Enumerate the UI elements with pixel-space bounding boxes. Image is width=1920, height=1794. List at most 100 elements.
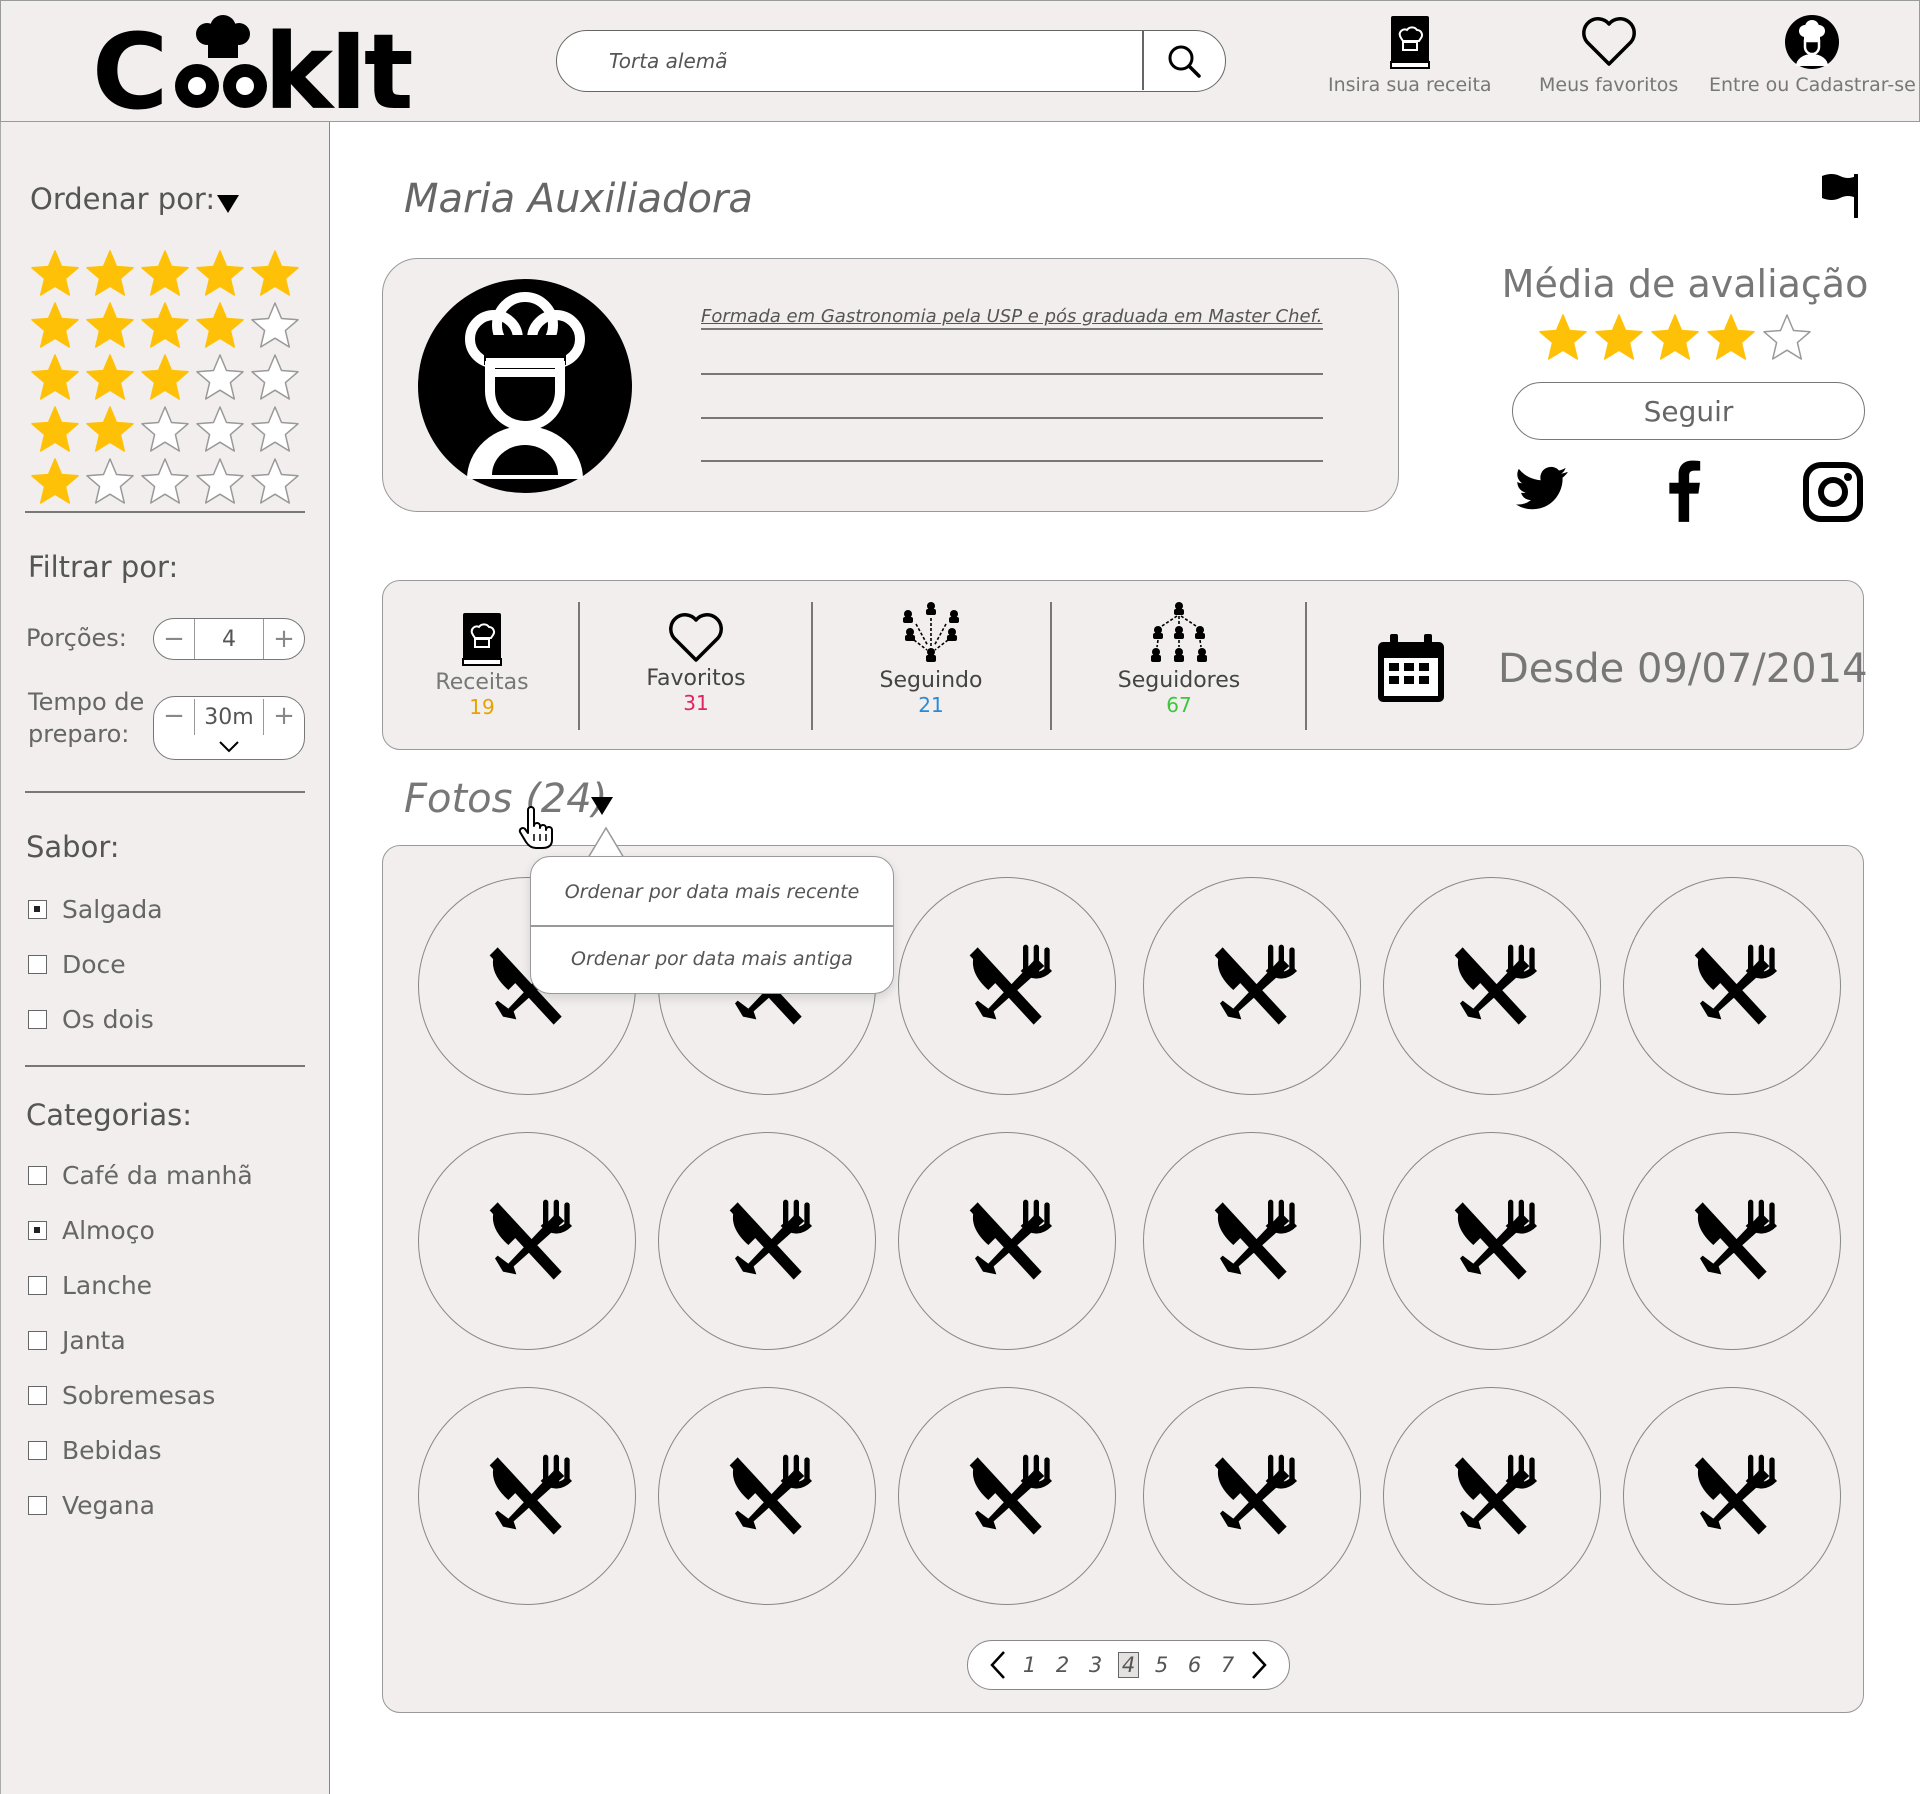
follow-button[interactable]: Seguir: [1512, 382, 1865, 440]
photo-thumbnail[interactable]: [898, 1132, 1116, 1350]
insert-recipe-link[interactable]: Insira sua receita: [1328, 14, 1492, 96]
previous-page-button[interactable]: [983, 1648, 1013, 1682]
star-filter-row-4[interactable]: [28, 300, 302, 352]
portions-stepper: − 4 +: [153, 618, 305, 660]
knife-fork-icon: [729, 1454, 813, 1535]
category-checkbox[interactable]: [28, 1441, 47, 1460]
knife-fork-icon: [1214, 944, 1298, 1025]
sort-menu-pointer: [587, 826, 625, 859]
page-6-button[interactable]: 6: [1178, 1653, 1211, 1677]
photo-thumbnail[interactable]: [658, 1132, 876, 1350]
stats-divider: [1050, 602, 1052, 730]
profile-bio: Formada em Gastronomia pela USP e pós gr…: [701, 306, 1323, 327]
page-number: 7: [1220, 1653, 1235, 1677]
sort-oldest-option[interactable]: Ordenar por data mais antiga: [531, 927, 893, 991]
knife-fork-icon: [489, 1199, 573, 1280]
stat-favorites[interactable]: Favoritos 31: [640, 610, 752, 715]
cookit-logo[interactable]: C kIt: [92, 6, 452, 116]
flavor-option[interactable]: Os dois: [28, 1005, 154, 1034]
sort-dropdown-caret-icon[interactable]: [216, 194, 240, 214]
page-3-button[interactable]: 3: [1079, 1653, 1112, 1677]
star-filter-row-1[interactable]: [28, 456, 302, 508]
stat-favorites-label: Favoritos: [646, 666, 746, 691]
photos-sort-caret-icon[interactable]: [590, 796, 614, 816]
prep-time-chevron-down-icon[interactable]: [218, 740, 240, 754]
photo-thumbnail[interactable]: [1143, 1387, 1361, 1605]
heart-icon: [669, 613, 723, 662]
photo-thumbnail[interactable]: [898, 1387, 1116, 1605]
svg-text:C: C: [92, 11, 164, 116]
page-1-button[interactable]: 1: [1013, 1653, 1046, 1677]
category-option[interactable]: Bebidas: [28, 1436, 162, 1465]
instagram-icon[interactable]: [1803, 462, 1863, 522]
photos-sort-menu: Ordenar por data mais recente Ordenar po…: [530, 856, 894, 994]
prep-time-increment-button[interactable]: +: [264, 701, 304, 731]
calendar-icon: [1378, 634, 1444, 702]
photo-thumbnail[interactable]: [898, 877, 1116, 1095]
category-option-label: Sobremesas: [62, 1381, 216, 1410]
page-2-button[interactable]: 2: [1046, 1653, 1079, 1677]
favorites-link[interactable]: Meus favoritos: [1539, 14, 1678, 96]
category-option[interactable]: Sobremesas: [28, 1381, 215, 1410]
knife-fork-icon: [969, 1454, 1053, 1535]
portions-decrement-button[interactable]: −: [154, 624, 194, 654]
prep-time-decrement-button[interactable]: −: [154, 701, 194, 731]
portions-value[interactable]: 4: [194, 619, 264, 659]
photo-thumbnail[interactable]: [1623, 877, 1841, 1095]
photo-thumbnail[interactable]: [1623, 1387, 1841, 1605]
next-page-button[interactable]: [1244, 1648, 1274, 1682]
category-checkbox[interactable]: [28, 1386, 47, 1405]
photo-thumbnail[interactable]: [658, 1387, 876, 1605]
knife-fork-icon: [969, 1199, 1053, 1280]
page-4-button[interactable]: 4: [1112, 1652, 1145, 1678]
category-option[interactable]: Janta: [28, 1326, 126, 1355]
photo-thumbnail[interactable]: [1623, 1132, 1841, 1350]
chef-avatar-icon: [418, 279, 632, 493]
star-filter-row-3[interactable]: [28, 352, 302, 404]
category-option[interactable]: Café da manhã: [28, 1161, 253, 1190]
category-checkbox[interactable]: [28, 1276, 47, 1295]
facebook-icon[interactable]: [1666, 460, 1702, 522]
photo-thumbnail[interactable]: [1383, 1132, 1601, 1350]
star-filter-row-2[interactable]: [28, 404, 302, 456]
stat-followers[interactable]: Seguidores 67: [1112, 600, 1246, 717]
page-5-button[interactable]: 5: [1145, 1653, 1178, 1677]
star-filled-icon: [141, 302, 189, 348]
flavor-checkbox[interactable]: [28, 955, 47, 974]
category-option[interactable]: Almoço: [28, 1216, 155, 1245]
report-flag-icon[interactable]: [1820, 172, 1860, 220]
page-7-button[interactable]: 7: [1211, 1653, 1244, 1677]
login-signup-link[interactable]: Entre ou Cadastrar-se: [1709, 14, 1916, 96]
stats-divider: [811, 602, 813, 730]
search-input[interactable]: [559, 33, 1139, 89]
category-checkbox[interactable]: [28, 1496, 47, 1515]
page-number: 5: [1154, 1653, 1169, 1677]
star-filled-icon: [141, 250, 189, 296]
flavor-checkbox[interactable]: [28, 1010, 47, 1029]
category-checkbox[interactable]: [28, 1331, 47, 1350]
photo-thumbnail[interactable]: [1143, 1132, 1361, 1350]
photo-thumbnail[interactable]: [1143, 877, 1361, 1095]
category-checkbox[interactable]: [28, 1166, 47, 1185]
stat-recipes[interactable]: Receitas 19: [430, 610, 534, 719]
sort-newest-option[interactable]: Ordenar por data mais recente: [531, 860, 893, 924]
bio-line: [701, 328, 1323, 330]
prep-time-label-line1: Tempo de: [28, 688, 145, 716]
twitter-icon[interactable]: [1512, 462, 1572, 514]
stat-following[interactable]: Seguindo 21: [872, 600, 990, 717]
flavor-checkbox[interactable]: [28, 900, 47, 919]
flavor-option[interactable]: Salgada: [28, 895, 163, 924]
portions-increment-button[interactable]: +: [264, 624, 304, 654]
photo-thumbnail[interactable]: [418, 1132, 636, 1350]
category-checkbox[interactable]: [28, 1221, 47, 1240]
photo-thumbnail[interactable]: [1383, 1387, 1601, 1605]
search-button[interactable]: [1144, 31, 1224, 90]
photo-thumbnail[interactable]: [1383, 877, 1601, 1095]
category-option[interactable]: Lanche: [28, 1271, 152, 1300]
category-option[interactable]: Vegana: [28, 1491, 155, 1520]
flavor-option[interactable]: Doce: [28, 950, 126, 979]
star-filter-row-5[interactable]: [28, 248, 302, 300]
prep-time-value[interactable]: 30m: [194, 699, 264, 735]
stat-following-value: 21: [918, 693, 944, 717]
photo-thumbnail[interactable]: [418, 1387, 636, 1605]
